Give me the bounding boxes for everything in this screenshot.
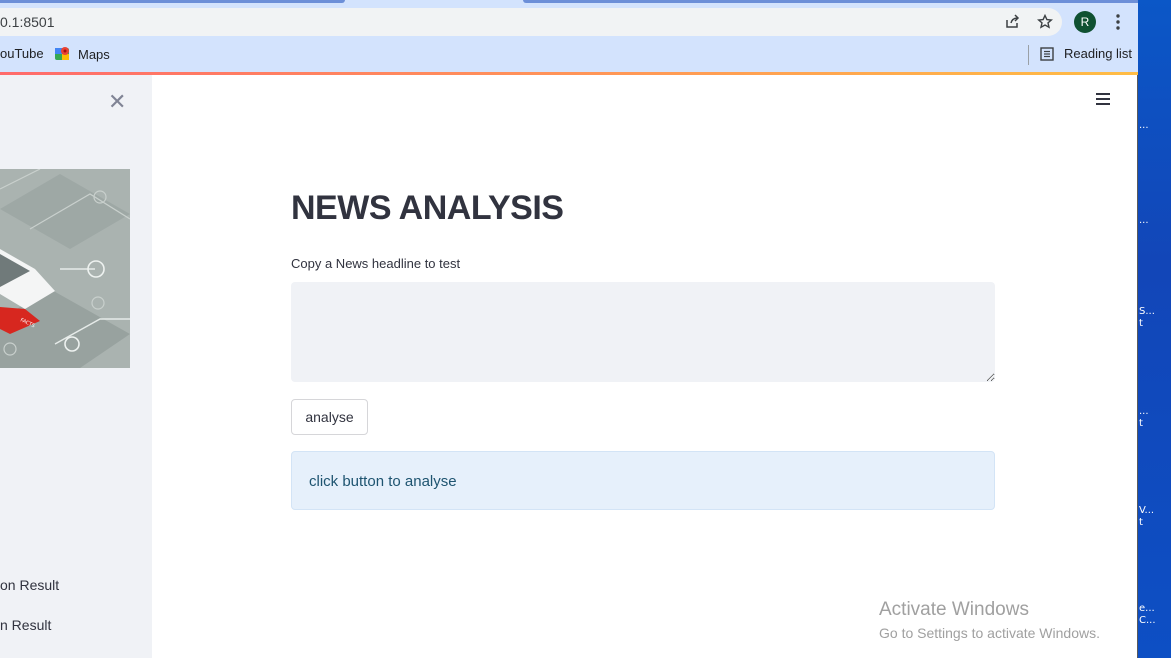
input-label: Copy a News headline to test <box>291 256 461 271</box>
tab-strip <box>0 0 1138 8</box>
desktop-background: ... ... S... t ... t V... t e... C... <box>1138 0 1171 658</box>
close-icon[interactable]: ✕ <box>108 89 126 115</box>
bookmark-youtube[interactable]: ouTube <box>0 46 44 61</box>
reading-list-label: Reading list <box>1064 46 1132 61</box>
analyse-button[interactable]: analyse <box>291 399 368 435</box>
profile-avatar[interactable]: R <box>1074 11 1096 33</box>
browser-window: 0.1:8501 R ouTube Maps Reading list ✕ FA… <box>0 0 1138 658</box>
desktop-icon-label[interactable]: S... t <box>1139 306 1155 330</box>
desktop-icon-label[interactable]: ... <box>1139 215 1149 227</box>
bookmark-maps[interactable]: Maps <box>55 46 110 62</box>
reading-list-icon <box>1040 46 1056 61</box>
activate-windows-title: Activate Windows <box>879 599 1029 620</box>
sidebar-nav-item[interactable]: on Result <box>0 577 59 593</box>
desktop-icon-label[interactable]: ... <box>1139 120 1149 132</box>
desktop-icon-label[interactable]: e... C... <box>1139 603 1156 627</box>
kebab-menu-icon[interactable] <box>1108 12 1128 32</box>
hamburger-menu-icon[interactable] <box>1096 93 1110 107</box>
reading-list-button[interactable]: Reading list <box>1040 46 1132 61</box>
activate-windows-subtitle: Go to Settings to activate Windows. <box>879 625 1100 641</box>
sidebar: ✕ FACTS on Result n Result <box>0 75 152 658</box>
bookmarks-divider <box>1028 45 1029 65</box>
browser-toolbar: 0.1:8501 R <box>0 8 1138 37</box>
desktop-icon-label[interactable]: V... t <box>1139 505 1154 529</box>
browser-tab[interactable] <box>0 0 345 3</box>
browser-tab[interactable] <box>523 0 1138 3</box>
sidebar-image: FACTS <box>0 169 130 368</box>
bookmark-label: ouTube <box>0 46 44 61</box>
address-bar[interactable]: 0.1:8501 <box>0 8 1062 36</box>
maps-icon <box>55 46 71 62</box>
info-alert: click button to analyse <box>291 451 995 510</box>
main-content: NEWS ANALYSIS Copy a News headline to te… <box>152 75 1136 658</box>
bookmarks-bar: ouTube Maps Reading list <box>0 37 1138 72</box>
sidebar-nav-item[interactable]: n Result <box>0 617 51 633</box>
star-icon[interactable] <box>1035 12 1055 32</box>
bookmark-label: Maps <box>78 46 110 62</box>
headline-textarea[interactable] <box>291 282 995 382</box>
page-title: NEWS ANALYSIS <box>291 189 564 227</box>
url-text[interactable]: 0.1:8501 <box>0 14 55 30</box>
share-icon[interactable] <box>1002 12 1022 32</box>
desktop-icon-label[interactable]: ... t <box>1139 406 1149 430</box>
